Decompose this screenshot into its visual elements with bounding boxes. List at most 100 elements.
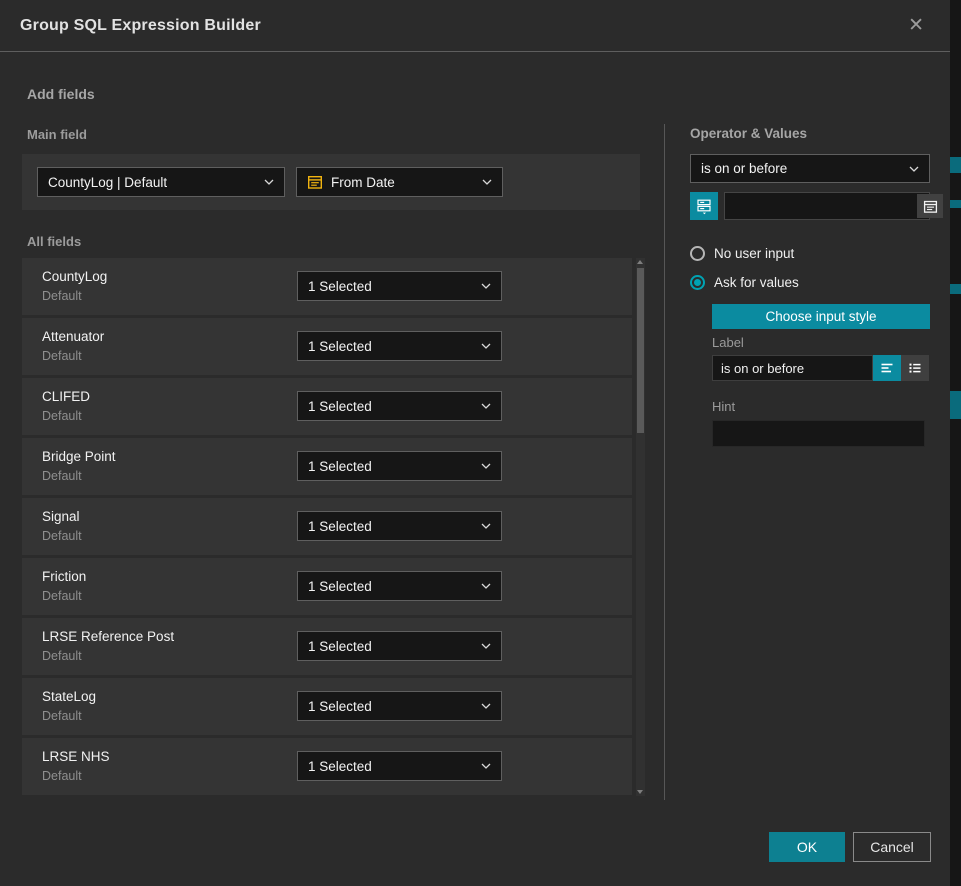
hint-input[interactable] xyxy=(712,420,925,447)
field-selected-dropdown[interactable]: 1 Selected xyxy=(297,571,502,601)
unique-values-icon xyxy=(696,198,712,215)
field-row: CountyLog Default 1 Selected xyxy=(22,258,632,315)
field-selected-dropdown-value: 1 Selected xyxy=(308,639,372,654)
field-subtitle: Default xyxy=(42,469,82,483)
field-name: CountyLog xyxy=(42,269,107,284)
field-name: LRSE NHS xyxy=(42,749,110,764)
ok-button[interactable]: OK xyxy=(769,832,845,862)
field-selected-dropdown[interactable]: 1 Selected xyxy=(297,631,502,661)
dialog-titlebar: Group SQL Expression Builder ✕ xyxy=(0,0,950,52)
field-selected-dropdown-value: 1 Selected xyxy=(308,339,372,354)
field-name: Signal xyxy=(42,509,80,524)
chevron-down-icon xyxy=(481,343,491,349)
field-subtitle: Default xyxy=(42,709,82,723)
chevron-down-icon xyxy=(481,283,491,289)
field-selected-dropdown[interactable]: 1 Selected xyxy=(297,691,502,721)
layer-select[interactable]: CountyLog | Default xyxy=(37,167,285,197)
main-field-select[interactable]: From Date xyxy=(296,167,503,197)
field-subtitle: Default xyxy=(42,349,82,363)
field-selected-dropdown[interactable]: 1 Selected xyxy=(297,391,502,421)
label-field-label: Label xyxy=(712,335,744,350)
operator-select-value: is on or before xyxy=(701,161,787,176)
field-name: Attenuator xyxy=(42,329,104,344)
field-row: StateLog Default 1 Selected xyxy=(22,678,632,735)
background-fragment xyxy=(950,284,961,294)
field-subtitle: Default xyxy=(42,769,82,783)
field-name: CLIFED xyxy=(42,389,90,404)
choose-input-style-button[interactable]: Choose input style xyxy=(712,304,930,329)
chevron-down-icon xyxy=(481,463,491,469)
main-field-select-value: From Date xyxy=(331,175,395,190)
field-selected-dropdown[interactable]: 1 Selected xyxy=(297,511,502,541)
bullet-list-icon xyxy=(907,360,923,376)
field-row: Bridge Point Default 1 Selected xyxy=(22,438,632,495)
field-subtitle: Default xyxy=(42,289,82,303)
label-input-row xyxy=(712,355,929,381)
layer-select-value: CountyLog | Default xyxy=(48,175,167,190)
chevron-down-icon xyxy=(481,403,491,409)
all-fields-label: All fields xyxy=(27,234,81,249)
list-input-style-button[interactable] xyxy=(901,355,929,381)
radio-circle-selected[interactable] xyxy=(690,275,705,290)
cancel-button[interactable]: Cancel xyxy=(853,832,931,862)
field-row: CLIFED Default 1 Selected xyxy=(22,378,632,435)
group-sql-expression-builder-dialog: Group SQL Expression Builder ✕ Add field… xyxy=(0,0,950,886)
field-subtitle: Default xyxy=(42,649,82,663)
radio-label: Ask for values xyxy=(714,275,799,290)
radio-circle[interactable] xyxy=(690,246,705,261)
field-name: Friction xyxy=(42,569,86,584)
date-picker-button[interactable] xyxy=(917,194,943,218)
field-name: StateLog xyxy=(42,689,96,704)
field-name: LRSE Reference Post xyxy=(42,629,174,644)
field-subtitle: Default xyxy=(42,529,82,543)
scrollbar-thumb[interactable] xyxy=(637,268,644,433)
field-selected-dropdown[interactable]: 1 Selected xyxy=(297,751,502,781)
value-input-wrap xyxy=(724,192,930,220)
chevron-down-icon xyxy=(481,643,491,649)
all-fields-list: CountyLog Default 1 Selected Attenuator … xyxy=(22,258,632,798)
chevron-down-icon xyxy=(481,583,491,589)
main-field-box: CountyLog | Default From Date xyxy=(22,154,640,210)
background-app-strip xyxy=(950,0,961,886)
calendar-icon xyxy=(923,199,938,214)
close-icon[interactable]: ✕ xyxy=(902,14,930,37)
list-scrollbar[interactable] xyxy=(636,258,645,796)
field-row: Signal Default 1 Selected xyxy=(22,498,632,555)
align-left-icon xyxy=(879,360,895,376)
operator-select[interactable]: is on or before xyxy=(690,154,930,183)
field-selected-dropdown-value: 1 Selected xyxy=(308,459,372,474)
field-selected-dropdown[interactable]: 1 Selected xyxy=(297,331,502,361)
label-input[interactable] xyxy=(712,355,873,381)
background-fragment xyxy=(950,391,961,419)
field-subtitle: Default xyxy=(42,409,82,423)
chevron-down-icon xyxy=(482,179,492,185)
radio-no-user-input[interactable]: No user input xyxy=(690,246,794,261)
radio-ask-for-values[interactable]: Ask for values xyxy=(690,275,799,290)
chevron-down-icon xyxy=(481,703,491,709)
radio-label: No user input xyxy=(714,246,794,261)
screen: Group SQL Expression Builder ✕ Add field… xyxy=(0,0,961,886)
single-input-style-button[interactable] xyxy=(873,355,901,381)
field-row: LRSE NHS Default 1 Selected xyxy=(22,738,632,795)
panel-divider xyxy=(664,124,665,800)
calendar-icon xyxy=(307,174,323,190)
scrollbar-up-arrow-icon[interactable] xyxy=(637,260,643,264)
value-input[interactable] xyxy=(725,193,917,219)
field-selected-dropdown-value: 1 Selected xyxy=(308,759,372,774)
field-selected-dropdown[interactable]: 1 Selected xyxy=(297,451,502,481)
background-fragment xyxy=(950,200,961,208)
dialog-title: Group SQL Expression Builder xyxy=(20,17,261,35)
chevron-down-icon xyxy=(481,763,491,769)
field-selected-dropdown-value: 1 Selected xyxy=(308,519,372,534)
field-selected-dropdown-value: 1 Selected xyxy=(308,699,372,714)
scrollbar-down-arrow-icon[interactable] xyxy=(637,790,643,794)
unique-values-button[interactable] xyxy=(690,192,718,220)
field-selected-dropdown[interactable]: 1 Selected xyxy=(297,271,502,301)
field-row: Friction Default 1 Selected xyxy=(22,558,632,615)
field-row: Attenuator Default 1 Selected xyxy=(22,318,632,375)
field-selected-dropdown-value: 1 Selected xyxy=(308,579,372,594)
add-fields-heading: Add fields xyxy=(27,86,95,102)
main-field-label: Main field xyxy=(27,127,87,142)
chevron-down-icon xyxy=(264,179,274,185)
background-fragment xyxy=(950,157,961,173)
